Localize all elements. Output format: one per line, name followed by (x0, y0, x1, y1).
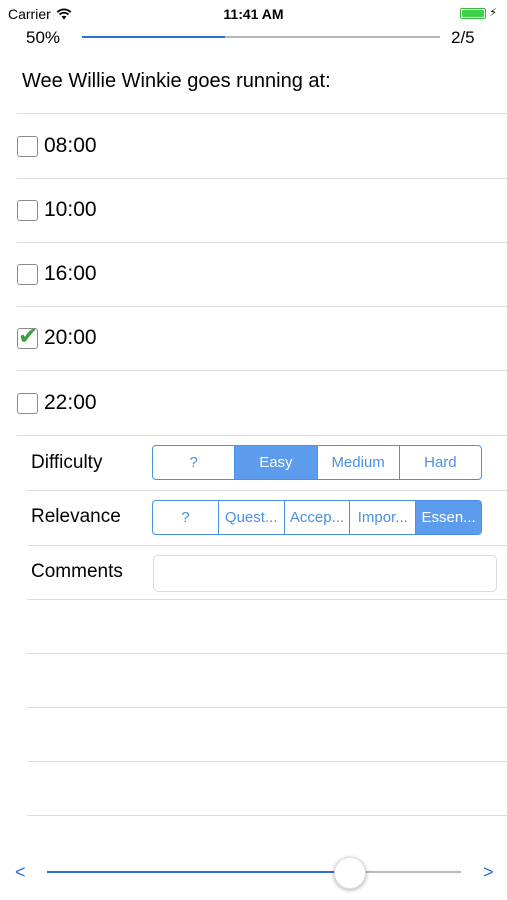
comments-input[interactable] (153, 555, 497, 592)
divider (27, 707, 507, 708)
difficulty-option-hard[interactable]: Hard (398, 446, 481, 479)
comments-label: Comments (31, 561, 123, 582)
difficulty-segmented-control[interactable]: ? Easy Medium Hard (152, 445, 482, 480)
divider (17, 306, 507, 307)
survey-progress: 50% 2/5 (0, 26, 507, 50)
relevance-segmented-control[interactable]: ? Quest... Accep... Impor... Essen... (152, 500, 482, 535)
relevance-option-essential[interactable]: Essen... (415, 501, 481, 534)
progress-percent: 50% (26, 28, 61, 47)
relevance-option-important[interactable]: Impor... (349, 501, 415, 534)
page-slider-thumb[interactable] (334, 857, 367, 889)
choice-0800[interactable]: 08:00 (17, 126, 97, 166)
divider (27, 653, 507, 654)
difficulty-option-easy[interactable]: Easy (234, 446, 317, 479)
page-counter: 2/5 (451, 28, 475, 47)
difficulty-option-unknown[interactable]: ? (153, 446, 234, 479)
divider (27, 490, 507, 491)
page-navigation: < > (0, 850, 507, 894)
progress-bar-fill (82, 36, 226, 38)
divider (27, 761, 507, 762)
divider (17, 242, 507, 243)
choice-1000[interactable]: 10:00 (17, 190, 97, 230)
divider (17, 178, 507, 179)
battery-icon: ⚡ (460, 8, 497, 19)
checkbox[interactable] (17, 199, 38, 221)
choice-label: 22:00 (44, 391, 97, 414)
difficulty-option-medium[interactable]: Medium (316, 446, 399, 479)
checkbox[interactable] (17, 263, 38, 285)
divider (27, 545, 507, 546)
status-bar: Carrier 11:41 AM ⚡ (0, 0, 507, 26)
choice-1600[interactable]: 16:00 (17, 254, 97, 294)
divider (17, 113, 507, 114)
choice-2000[interactable]: ✔ 20:00 (17, 318, 97, 358)
choice-label: 08:00 (44, 134, 97, 157)
relevance-option-questionable[interactable]: Quest... (217, 501, 284, 534)
divider (27, 815, 507, 816)
question-text: Wee Willie Winkie goes running at: (22, 70, 331, 92)
next-page-button[interactable]: > (483, 862, 494, 883)
relevance-label: Relevance (31, 506, 121, 527)
page-slider[interactable] (47, 857, 461, 889)
divider (27, 599, 507, 600)
difficulty-label: Difficulty (31, 452, 103, 473)
page-slider-fill (47, 871, 350, 873)
divider (17, 435, 507, 436)
choice-label: 20:00 (44, 326, 97, 349)
checkbox[interactable]: ✔ (17, 323, 38, 350)
divider (17, 370, 507, 371)
checkbox[interactable] (17, 392, 38, 414)
checkbox[interactable] (17, 135, 38, 157)
status-time: 11:41 AM (223, 6, 284, 22)
relevance-option-acceptable[interactable]: Accep... (283, 501, 350, 534)
relevance-option-unknown[interactable]: ? (153, 501, 218, 534)
checkmark-icon: ✔ (18, 322, 39, 350)
choice-label: 10:00 (44, 198, 97, 221)
choice-label: 16:00 (44, 262, 97, 285)
progress-bar (82, 36, 440, 38)
previous-page-button[interactable]: < (15, 862, 26, 883)
choice-2200[interactable]: 22:00 (17, 383, 97, 423)
charging-icon: ⚡ (489, 7, 497, 19)
